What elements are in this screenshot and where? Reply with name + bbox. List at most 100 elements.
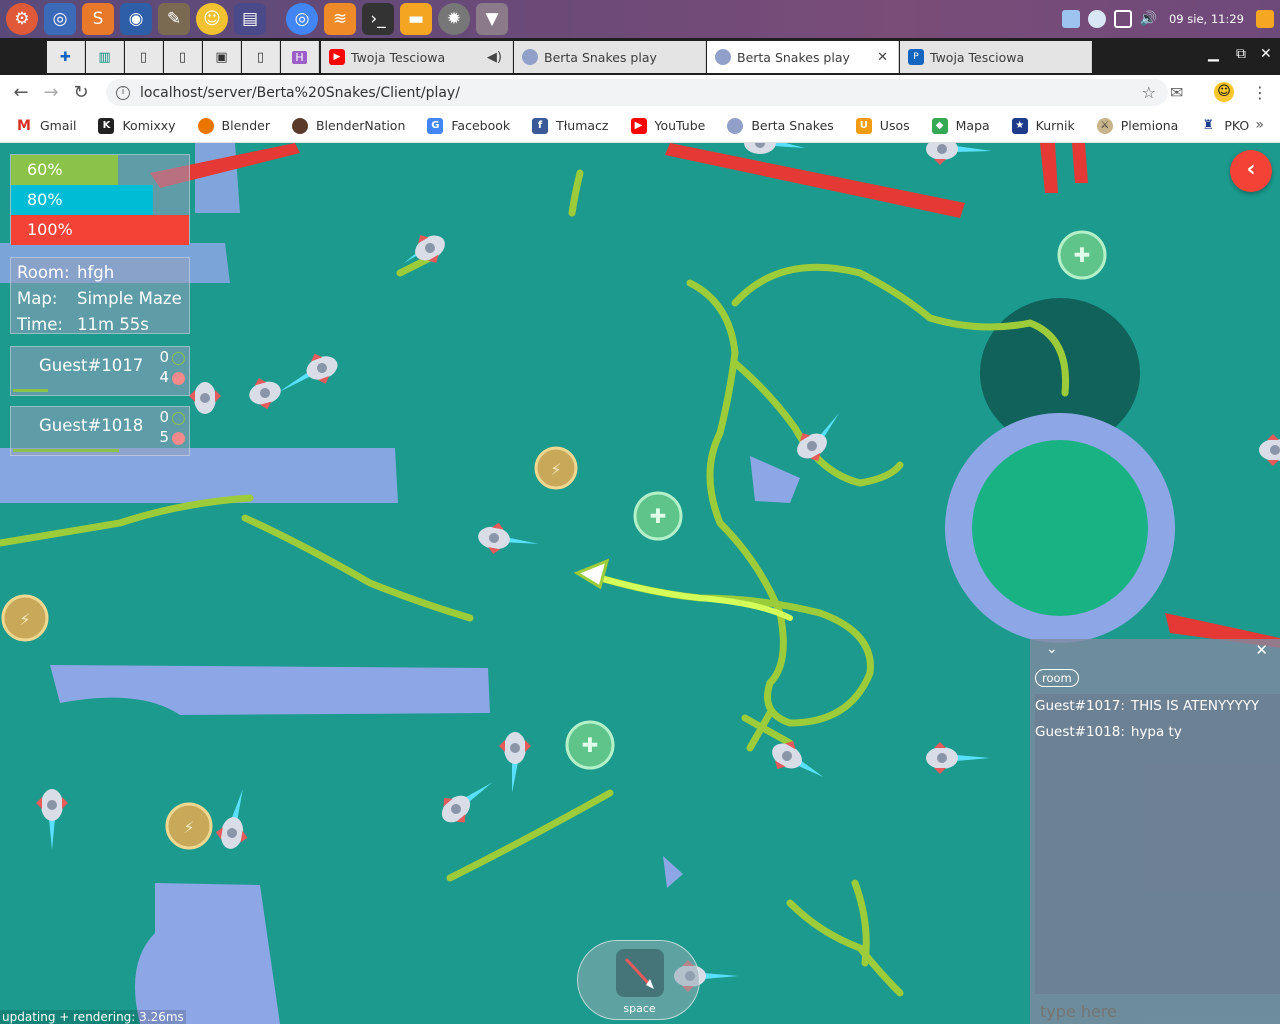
clipboard-icon[interactable] [1061, 10, 1080, 28]
message-author[interactable]: Guest#1017: [1035, 698, 1125, 714]
chevron-down-icon[interactable]: ⌄ [1046, 641, 1058, 657]
tab-berta-snakes-active[interactable]: Berta Snakes play ✕ [707, 41, 899, 73]
energy-pickup: ⚡ [1, 594, 49, 642]
bookmark-blender[interactable]: Blender [197, 117, 270, 134]
terminal-icon[interactable]: ›_ [362, 3, 394, 35]
rocket-skill-icon [624, 957, 654, 989]
rocket [499, 732, 531, 793]
h-icon: H [292, 50, 307, 64]
tab-twoja-tesciowa-1[interactable]: ▶ Twoja Tesciowa ◀) [321, 41, 513, 73]
network-icon[interactable] [1113, 10, 1132, 28]
health-pickup: ✚ [633, 491, 683, 541]
pinned-tab-3[interactable]: ▯ [164, 41, 202, 73]
berta-icon [522, 49, 538, 65]
sublime-text-icon[interactable]: ≋ [324, 3, 356, 35]
files-icon[interactable]: ▤ [234, 3, 266, 35]
info-icon[interactable]: i [116, 85, 130, 100]
bookmark-pko[interactable]: ♜ PKO [1200, 118, 1250, 134]
chromium-icon[interactable]: ◎ [44, 3, 76, 35]
tab-title: Berta Snakes play [737, 49, 850, 65]
mail-icon[interactable]: ✉ [1170, 75, 1183, 109]
svg-text:⚡: ⚡ [19, 610, 30, 629]
bookmark-komixxy[interactable]: K Komixxy [98, 117, 176, 134]
facebook-icon: f [532, 117, 549, 134]
address-bar[interactable]: i localhost/server/Berta%20Snakes/Client… [106, 79, 1168, 106]
bookmark-label: Plemiona [1120, 118, 1179, 133]
ubuntu-menu-icon[interactable]: ⚙ [6, 3, 38, 35]
usos-icon: U [855, 117, 872, 134]
bookmark-berta-snakes[interactable]: Berta Snakes [727, 117, 834, 134]
forward-icon[interactable]: → [36, 82, 66, 103]
pko-icon: ♜ [1202, 118, 1215, 133]
settings-icon[interactable]: ✹ [438, 3, 470, 35]
bookmark-mapa[interactable]: ◆ Mapa [931, 117, 990, 134]
message-author[interactable]: Guest#1018: [1035, 724, 1125, 740]
bookmark-tlumacz[interactable]: f Tłumacz [532, 117, 609, 134]
folder-icon[interactable]: ▬ [400, 3, 432, 35]
crosshair-icon [172, 352, 185, 365]
skill-button[interactable]: space [577, 940, 700, 1020]
audio-icon[interactable]: ◀) [487, 50, 502, 65]
clock[interactable]: 09 sie, 11:29 [1169, 12, 1244, 26]
restore-icon[interactable]: ⧉ [1236, 46, 1246, 62]
skill-key-icon [616, 949, 664, 997]
time-key: Time: [17, 315, 63, 334]
rocket [189, 382, 221, 414]
bookmark-facebook[interactable]: G Facebook [427, 117, 511, 134]
rocket [249, 378, 281, 409]
emoji-extension-icon[interactable]: ☺ [1214, 75, 1234, 109]
pinned-tab-5[interactable]: ▯ [242, 41, 280, 73]
cat-icon[interactable]: ▼ [476, 3, 508, 35]
collapse-panel-button[interactable]: ‹ [1230, 150, 1272, 192]
komixxy-icon: K [98, 117, 115, 134]
blender-icon[interactable]: ◉ [120, 3, 152, 35]
player-snake-head [573, 558, 610, 590]
rocket [441, 782, 493, 823]
tab-strip: ✚ ▥ ▯ ▯ ▣ ▯ H ▶ Twoja Tesciowa ◀) Berta … [0, 38, 1280, 75]
brightness-icon[interactable] [1087, 10, 1106, 28]
bookmark-label: Facebook [451, 118, 511, 133]
rocket [1259, 434, 1280, 466]
power-level-60: 60% [11, 155, 189, 185]
bookmark-youtube[interactable]: ▶ YouTube [630, 117, 705, 134]
sublime-icon[interactable]: S [82, 3, 114, 35]
pinned-tab-6[interactable]: H [281, 41, 319, 73]
url-text[interactable]: localhost/server/Berta%20Snakes/Client/p… [140, 85, 460, 101]
minimize-icon[interactable]: ▁ [1208, 46, 1219, 62]
pinned-tab-1[interactable]: ▥ [86, 41, 124, 73]
bookmark-star-icon[interactable]: ☆ [1142, 83, 1156, 102]
game-canvas[interactable]: ✚ ✚ ✚ ⚡ ⚡ ⚡ 60% 80% 100% Room: hfgh Map:… [0, 143, 1280, 1024]
bookmarks-bar: M Gmail K Komixxy Blender BlenderNation GF… [0, 109, 1280, 143]
kurnik-icon: ★ [1011, 117, 1028, 134]
more-bookmarks-icon[interactable]: » [1255, 117, 1264, 133]
close-chat-icon[interactable]: ✕ [1255, 641, 1268, 659]
doc-icon: ▯ [178, 49, 187, 65]
chat-input[interactable] [1040, 1002, 1270, 1021]
pinned-tab-2[interactable]: ▯ [125, 41, 163, 73]
tab-twoja-tesciowa-2[interactable]: P Twoja Tesciowa [900, 41, 1092, 73]
close-tab-icon[interactable]: ✕ [877, 50, 888, 65]
bookmark-kurnik[interactable]: ★ Kurnik [1011, 117, 1075, 134]
room-value: hfgh [77, 263, 115, 282]
chrome-icon[interactable]: ◎ [286, 3, 318, 35]
pinned-tab-4[interactable]: ▣ [203, 41, 241, 73]
menu-dots-icon[interactable]: ⋮ [1252, 75, 1268, 109]
window-close-icon[interactable]: ✕ [1260, 46, 1272, 62]
bookmark-usos[interactable]: U Usos [855, 117, 910, 134]
back-icon[interactable]: ← [6, 82, 36, 103]
map-row: Map: Simple Maze [17, 286, 189, 312]
chat-tab-room[interactable]: room [1035, 669, 1079, 687]
svg-text:✚: ✚ [582, 733, 599, 757]
volume-icon[interactable]: 🔊 [1140, 11, 1157, 27]
reload-icon[interactable]: ↻ [66, 82, 96, 103]
extension-tab[interactable]: ✚ [47, 41, 85, 73]
bookmark-blendernation[interactable]: BlenderNation [291, 117, 405, 134]
tab-berta-snakes-1[interactable]: Berta Snakes play [514, 41, 706, 73]
time-row: Time: 11m 55s [17, 312, 189, 338]
bookmark-plemiona[interactable]: ⚔ Plemiona [1096, 117, 1179, 134]
gimp-icon[interactable]: ✎ [158, 3, 190, 35]
bookmark-gmail[interactable]: M Gmail [16, 118, 76, 134]
smiley-icon[interactable]: ☺ [196, 3, 228, 35]
power-level-100: 100% [11, 215, 189, 245]
update-icon[interactable] [1256, 10, 1274, 28]
